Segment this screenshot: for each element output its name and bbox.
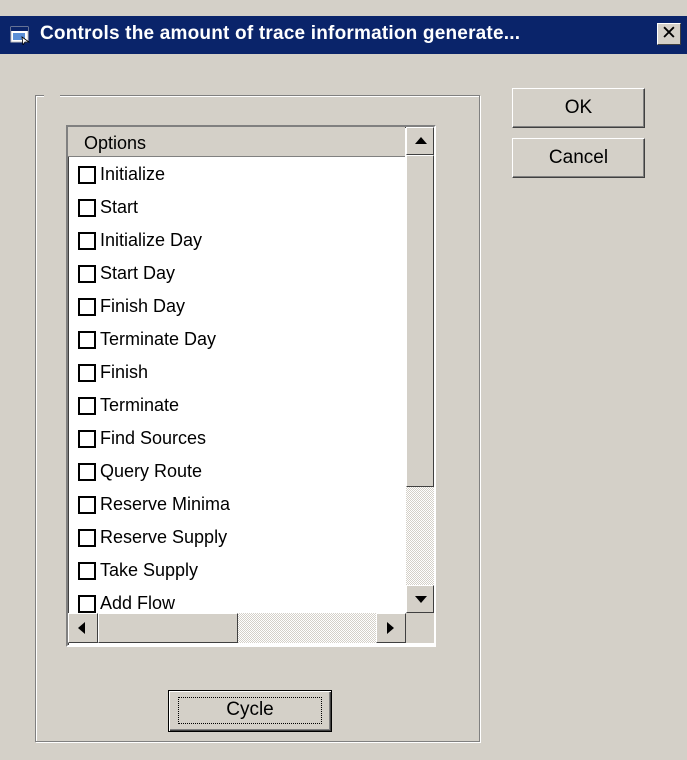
option-checkbox[interactable] xyxy=(78,297,96,316)
list-item[interactable]: Finish Day xyxy=(78,290,185,323)
arrow-left-icon xyxy=(78,622,85,634)
option-checkbox[interactable] xyxy=(78,165,96,184)
close-button[interactable]: ✕ xyxy=(657,23,681,45)
groupbox-caption xyxy=(44,90,60,100)
option-checkbox[interactable] xyxy=(78,495,96,514)
window-title: Controls the amount of trace information… xyxy=(40,23,521,44)
list-item[interactable]: Find Sources xyxy=(78,422,206,455)
vertical-scroll-thumb[interactable] xyxy=(406,155,434,487)
app-window-icon xyxy=(10,26,30,45)
title-bar[interactable]: Controls the amount of trace information… xyxy=(0,16,687,54)
options-listbox[interactable]: Options Initialize Start Initialize Day Sta… xyxy=(66,125,436,647)
list-item[interactable]: Terminate xyxy=(78,389,179,422)
list-item[interactable]: Start xyxy=(78,191,138,224)
option-checkbox[interactable] xyxy=(78,429,96,448)
option-label: Terminate Day xyxy=(100,329,217,349)
list-item[interactable]: Initialize Day xyxy=(78,224,202,257)
horizontal-scrollbar[interactable] xyxy=(68,613,406,643)
list-item[interactable]: Take Supply xyxy=(78,554,198,587)
cycle-button[interactable]: Cycle xyxy=(168,690,332,732)
list-item[interactable]: Terminate Day xyxy=(78,323,216,356)
option-checkbox[interactable] xyxy=(78,528,96,547)
option-label: Add Flow xyxy=(100,593,176,613)
scroll-left-button[interactable] xyxy=(68,613,98,643)
option-label: Initialize xyxy=(100,164,166,184)
cancel-button[interactable]: Cancel xyxy=(512,138,645,178)
option-checkbox[interactable] xyxy=(78,594,96,613)
list-header[interactable]: Options xyxy=(68,127,405,157)
list-item[interactable]: Finish xyxy=(78,356,148,389)
option-checkbox[interactable] xyxy=(78,462,96,481)
option-checkbox[interactable] xyxy=(78,561,96,580)
option-label: Take Supply xyxy=(100,560,199,580)
option-label: Reserve Supply xyxy=(100,527,228,547)
option-checkbox[interactable] xyxy=(78,396,96,415)
list-item[interactable]: Reserve Minima xyxy=(78,488,230,521)
scroll-right-button[interactable] xyxy=(376,613,406,643)
option-label: Query Route xyxy=(100,461,203,481)
option-label: Finish Day xyxy=(100,296,186,316)
arrow-right-icon xyxy=(387,622,394,634)
arrow-up-icon xyxy=(415,137,427,144)
list-item[interactable]: Reserve Supply xyxy=(78,521,227,554)
list-item[interactable]: Query Route xyxy=(78,455,202,488)
list-header-label: Options xyxy=(84,133,147,153)
option-checkbox[interactable] xyxy=(78,198,96,217)
option-label: Finish xyxy=(100,362,149,382)
scroll-up-button[interactable] xyxy=(406,127,434,155)
option-label: Terminate xyxy=(100,395,180,415)
list-item[interactable]: Initialize xyxy=(78,158,165,191)
option-checkbox[interactable] xyxy=(78,330,96,349)
option-label: Reserve Minima xyxy=(100,494,231,514)
option-label: Start Day xyxy=(100,263,176,283)
option-checkbox[interactable] xyxy=(78,264,96,283)
option-checkbox[interactable] xyxy=(78,231,96,250)
close-icon: ✕ xyxy=(661,23,677,44)
option-label: Start xyxy=(100,197,139,217)
option-label: Initialize Day xyxy=(100,230,203,250)
ok-button[interactable]: OK xyxy=(512,88,645,128)
horizontal-scroll-thumb[interactable] xyxy=(98,613,238,643)
arrow-down-icon xyxy=(415,596,427,603)
option-label: Find Sources xyxy=(100,428,207,448)
scrollbar-corner xyxy=(406,613,434,643)
list-item[interactable]: Start Day xyxy=(78,257,175,290)
option-checkbox[interactable] xyxy=(78,363,96,382)
vertical-scrollbar[interactable] xyxy=(406,127,434,613)
cycle-button-label: Cycle xyxy=(226,699,274,720)
scroll-down-button[interactable] xyxy=(406,585,434,613)
